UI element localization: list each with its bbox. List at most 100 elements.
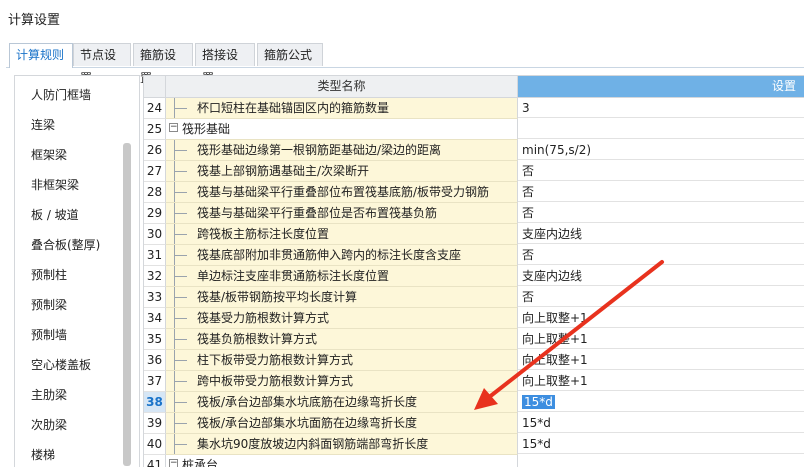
tree-connector-branch	[175, 234, 187, 235]
sidebar-item-coupling-beam[interactable]: 连梁	[31, 116, 55, 133]
sidebar-scrollbar[interactable]	[123, 143, 131, 466]
sidebar-item-main-rib-beam[interactable]: 主肋梁	[31, 386, 67, 403]
row-number: 39	[144, 413, 166, 434]
table-row[interactable]: 41− 桩承台	[144, 455, 804, 467]
tree-connector-branch	[175, 108, 187, 109]
row-setting-value-label: 否	[522, 185, 535, 199]
row-type-name-label: 筏基与基础梁平行重叠部位是否布置筏基负筋	[197, 206, 438, 220]
row-setting-value-label: 支座内边线	[522, 269, 583, 283]
table-row[interactable]: 28 筏基与基础梁平行重叠部位布置筏基底筋/板带受力钢筋 否	[144, 182, 804, 203]
window-title: 计算设置	[8, 13, 61, 28]
row-setting-value[interactable]: 向上取整+1	[518, 329, 804, 349]
row-number: 32	[144, 266, 166, 287]
row-type-name-label: 筏形基础	[182, 122, 231, 136]
sidebar-item-precast-beam[interactable]: 预制梁	[31, 296, 67, 313]
row-type-name-label: 筏基底部附加非贯通筋伸入跨内的标注长度含支座	[197, 248, 462, 262]
table-row[interactable]: 38 筏板/承台边部集水坑底筋在边缘弯折长度 15*d	[144, 392, 804, 413]
sidebar-item-stairs[interactable]: 楼梯	[31, 446, 55, 463]
row-setting-value[interactable]: 否	[518, 182, 804, 202]
table-row[interactable]: 39 筏板/承台边部集水坑面筋在边缘弯折长度 15*d	[144, 413, 804, 434]
row-type-name: − 桩承台	[166, 455, 518, 467]
row-setting-value[interactable]	[518, 455, 804, 467]
row-type-name: 集水坑90度放坡边内斜面钢筋端部弯折长度	[166, 434, 518, 455]
tree-connector-branch	[175, 444, 187, 445]
collapse-toggle-icon[interactable]: −	[169, 123, 178, 132]
row-number: 41	[144, 455, 166, 467]
row-type-name: 筏板/承台边部集水坑面筋在边缘弯折长度	[166, 413, 518, 434]
row-setting-value[interactable]: min(75,s/2)	[518, 140, 804, 160]
row-type-name: 筏基底部附加非贯通筋伸入跨内的标注长度含支座	[166, 245, 518, 266]
table-row[interactable]: 32 单边标注支座非贯通筋标注长度位置 支座内边线	[144, 266, 804, 287]
row-setting-value[interactable]: 支座内边线	[518, 266, 804, 286]
row-setting-value-label: 15*d	[522, 437, 551, 451]
row-setting-value[interactable]: 否	[518, 203, 804, 223]
row-type-name-label: 筏基负筋根数计算方式	[197, 332, 318, 346]
table-row[interactable]: 26 筏形基础边缘第一根钢筋距基础边/梁边的距离 min(75,s/2)	[144, 140, 804, 161]
header-setting-value[interactable]: 设置值	[518, 76, 804, 114]
sidebar-item-precast-wall[interactable]: 预制墙	[31, 326, 67, 343]
row-type-name-label: 筏板/承台边部集水坑底筋在边缘弯折长度	[197, 395, 418, 409]
tab-stirrup-settings[interactable]: 箍筋设置	[133, 43, 193, 85]
sidebar-item-secondary-rib-beam[interactable]: 次肋梁	[31, 416, 67, 433]
row-type-name: 筏基/板带钢筋按平均长度计算	[166, 287, 518, 308]
row-setting-value[interactable]: 否	[518, 245, 804, 265]
table-row[interactable]: 36 柱下板带受力筋根数计算方式 向上取整+1	[144, 350, 804, 371]
tab-calc-rules[interactable]: 计算规则	[9, 43, 73, 68]
sidebar-item-non-frame-beam[interactable]: 非框架梁	[31, 176, 79, 193]
table-row[interactable]: 40 集水坑90度放坡边内斜面钢筋端部弯折长度 15*d	[144, 434, 804, 455]
row-setting-value[interactable]: 否	[518, 287, 804, 307]
row-type-name: 筏基受力筋根数计算方式	[166, 308, 518, 329]
header-type-name[interactable]: 类型名称	[166, 76, 518, 98]
tab-lap-settings[interactable]: 搭接设置	[195, 43, 255, 85]
row-setting-value-label: 3	[522, 101, 530, 115]
sidebar-item-civil-defense-door-frame-wall[interactable]: 人防门框墙	[31, 86, 91, 103]
tab-stirrup-formula[interactable]: 箍筋公式	[257, 43, 323, 66]
row-setting-value[interactable]: 支座内边线	[518, 224, 804, 244]
tab-bar: 计算规则 节点设置 箍筋设置 搭接设置 箍筋公式	[6, 43, 804, 85]
row-setting-value-label: 向上取整+1	[522, 332, 588, 346]
row-setting-value[interactable]: 否	[518, 161, 804, 181]
row-setting-value[interactable]: 15*d	[518, 413, 804, 433]
row-setting-value[interactable]: 向上取整+1	[518, 371, 804, 391]
row-type-name-label: 筏基/板带钢筋按平均长度计算	[197, 290, 358, 304]
row-setting-value[interactable]: 向上取整+1	[518, 308, 804, 328]
row-setting-value-label: 否	[522, 206, 535, 220]
table-row[interactable]: 34 筏基受力筋根数计算方式 向上取整+1	[144, 308, 804, 329]
table-row[interactable]: 27 筏基上部钢筋遇基础主/次梁断开 否	[144, 161, 804, 182]
row-type-name-label: 筏板/承台边部集水坑面筋在边缘弯折长度	[197, 416, 418, 430]
table-row[interactable]: 24 杯口短柱在基础锚固区内的箍筋数量 3	[144, 98, 804, 119]
row-type-name-label: 单边标注支座非贯通筋标注长度位置	[197, 269, 390, 283]
sidebar-item-hollow-floor-slab[interactable]: 空心楼盖板	[31, 356, 91, 373]
row-number: 37	[144, 371, 166, 392]
sidebar-item-precast-column[interactable]: 预制柱	[31, 266, 67, 283]
row-setting-value-label: 15*d	[522, 416, 551, 430]
row-number: 31	[144, 245, 166, 266]
row-type-name: 筏形基础边缘第一根钢筋距基础边/梁边的距离	[166, 140, 518, 161]
table-row[interactable]: 31 筏基底部附加非贯通筋伸入跨内的标注长度含支座 否	[144, 245, 804, 266]
row-number: 29	[144, 203, 166, 224]
tree-connector-branch	[175, 213, 187, 214]
tree-connector-branch	[175, 297, 187, 298]
table-row[interactable]: 29 筏基与基础梁平行重叠部位是否布置筏基负筋 否	[144, 203, 804, 224]
tab-node-settings[interactable]: 节点设置	[73, 43, 131, 85]
sidebar-item-composite-slab[interactable]: 叠合板(整厚)	[31, 236, 100, 253]
table-row[interactable]: 25− 筏形基础	[144, 119, 804, 140]
row-setting-value[interactable]	[518, 119, 804, 139]
table-row[interactable]: 35 筏基负筋根数计算方式 向上取整+1	[144, 329, 804, 350]
row-type-name: 杯口短柱在基础锚固区内的箍筋数量	[166, 98, 518, 119]
row-number: 24	[144, 98, 166, 119]
table-row[interactable]: 30 跨筏板主筋标注长度位置 支座内边线	[144, 224, 804, 245]
row-setting-value[interactable]: 3	[518, 98, 804, 118]
tree-connector-branch	[175, 423, 187, 424]
row-setting-value[interactable]: 15*d	[518, 392, 804, 412]
row-setting-value[interactable]: 向上取整+1	[518, 350, 804, 370]
row-type-name-label: 柱下板带受力筋根数计算方式	[197, 353, 354, 367]
tree-connector-branch	[175, 192, 187, 193]
row-setting-value[interactable]: 15*d	[518, 434, 804, 454]
sidebar-item-frame-beam[interactable]: 框架梁	[31, 146, 67, 163]
sidebar-item-slab-ramp[interactable]: 板 / 坡道	[31, 206, 79, 223]
row-type-name-label: 桩承台	[182, 458, 219, 467]
table-row[interactable]: 33 筏基/板带钢筋按平均长度计算 否	[144, 287, 804, 308]
row-type-name: 柱下板带受力筋根数计算方式	[166, 350, 518, 371]
table-row[interactable]: 37 跨中板带受力筋根数计算方式 向上取整+1	[144, 371, 804, 392]
